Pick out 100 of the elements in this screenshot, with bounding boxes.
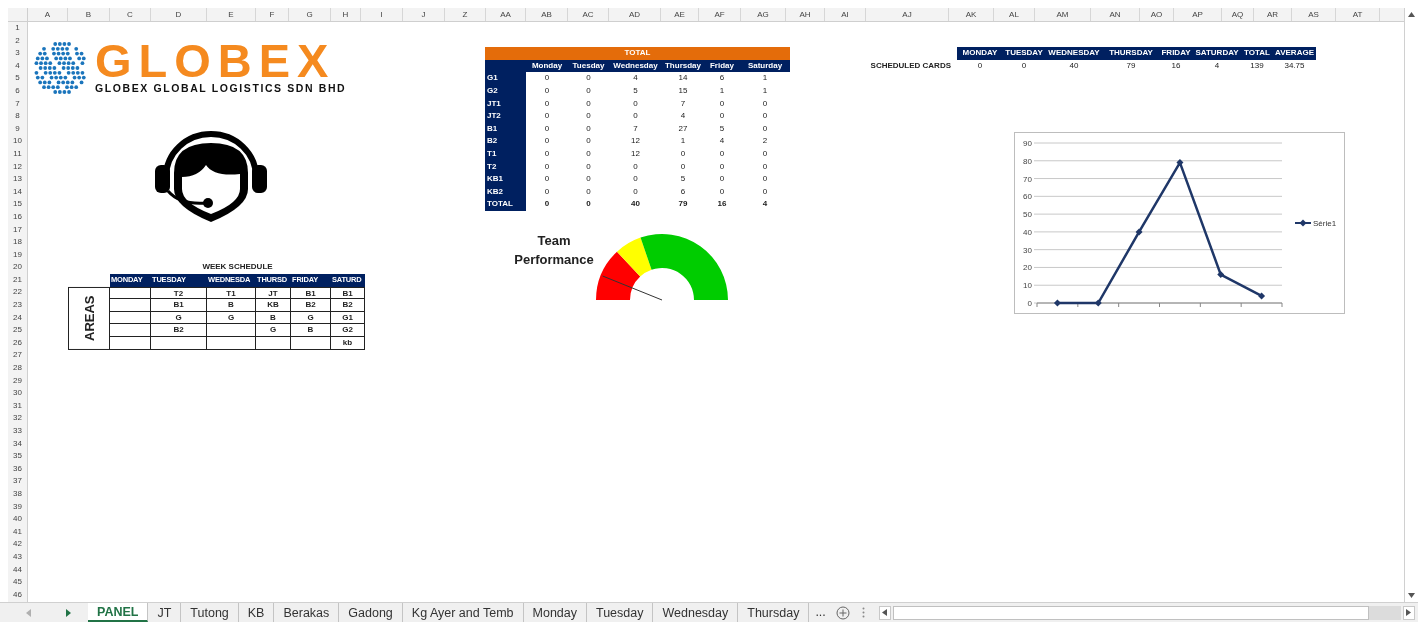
row-number[interactable]: 15	[8, 198, 27, 211]
column-letter[interactable]: AT	[1336, 8, 1380, 21]
table-cell-text: 0	[585, 110, 592, 123]
row-number[interactable]: 37	[8, 475, 27, 488]
column-header: AVERAGE	[1273, 47, 1316, 60]
column-letter[interactable]: H	[331, 8, 361, 21]
row-number[interactable]: 35	[8, 450, 27, 463]
column-letter[interactable]: F	[256, 8, 289, 21]
row-number[interactable]: 17	[8, 223, 27, 237]
column-letter[interactable]: AN	[1091, 8, 1140, 21]
row-number[interactable]: 34	[8, 437, 27, 451]
row-number[interactable]: 26	[8, 336, 27, 350]
sheet-tab[interactable]: Kg Ayer and Temb	[402, 603, 524, 622]
column-letter[interactable]: C	[110, 8, 151, 21]
row-number[interactable]: 5	[8, 72, 27, 85]
row-number[interactable]: 6	[8, 84, 27, 98]
column-letter[interactable]: G	[289, 8, 331, 21]
row-number[interactable]: 30	[8, 387, 27, 400]
column-letter[interactable]: D	[151, 8, 207, 21]
more-tabs-indicator[interactable]: ...	[809, 603, 832, 622]
row-number[interactable]: 32	[8, 412, 27, 425]
column-letter[interactable]: B	[68, 8, 110, 21]
row-number[interactable]: 1	[8, 22, 27, 35]
column-letter[interactable]: AM	[1035, 8, 1091, 21]
row-number[interactable]: 45	[8, 576, 27, 589]
column-letter[interactable]: AB	[526, 8, 568, 21]
row-number[interactable]: 41	[8, 525, 27, 539]
row-number[interactable]: 13	[8, 173, 27, 186]
sheet-tab[interactable]: Tuesday	[587, 603, 654, 622]
row-number[interactable]: 11	[8, 147, 27, 161]
row-number[interactable]: 23	[8, 299, 27, 312]
row-number[interactable]: 9	[8, 122, 27, 136]
sheet-tab[interactable]: Gadong	[339, 603, 403, 622]
table-cell-text: 0	[585, 72, 592, 85]
column-letter[interactable]: J	[403, 8, 445, 21]
axis-label: 40	[1023, 227, 1032, 237]
row-number[interactable]: 4	[8, 59, 27, 73]
row-number[interactable]: 27	[8, 349, 27, 363]
column-letter[interactable]: AC	[568, 8, 609, 21]
splitter-handle-icon[interactable]	[861, 607, 865, 618]
column-letter[interactable]: AK	[949, 8, 994, 21]
row-number[interactable]: 16	[8, 210, 27, 224]
sheet-tab[interactable]: Monday	[523, 603, 587, 622]
row-number[interactable]: 14	[8, 185, 27, 199]
table-cell-text: 0	[718, 97, 726, 110]
gauge-needle	[602, 275, 663, 301]
row-number[interactable]: 39	[8, 500, 27, 514]
row-number[interactable]: 33	[8, 425, 27, 438]
column-letter[interactable]: AG	[741, 8, 786, 21]
column-letter[interactable]: AA	[486, 8, 526, 21]
column-letter[interactable]: I	[361, 8, 403, 21]
row-number[interactable]: 2	[8, 34, 27, 48]
column-letter[interactable]: AS	[1292, 8, 1336, 21]
scroll-left-button[interactable]	[878, 605, 891, 620]
column-letter[interactable]: E	[207, 8, 256, 21]
sheet-tab[interactable]: PANEL	[88, 603, 149, 622]
row-number[interactable]: 18	[8, 236, 27, 249]
sheet-tab[interactable]: Berakas	[274, 603, 340, 622]
sheet-tab[interactable]: Tutong	[181, 603, 239, 622]
column-letter[interactable]: AP	[1174, 8, 1222, 21]
row-number[interactable]: 36	[8, 462, 27, 476]
column-letter[interactable]: AO	[1140, 8, 1174, 21]
scroll-right-button[interactable]	[1402, 605, 1415, 620]
row-number[interactable]: 38	[8, 487, 27, 501]
row-number[interactable]: 31	[8, 399, 27, 413]
column-letter[interactable]: AD	[609, 8, 661, 21]
column-letter[interactable]: AR	[1254, 8, 1292, 21]
sheet-tab[interactable]: Wednesday	[653, 603, 739, 622]
column-letter[interactable]: AL	[994, 8, 1035, 21]
sheet-tab[interactable]: Thursday	[738, 603, 810, 622]
row-number[interactable]: 7	[8, 97, 27, 111]
row-number[interactable]: 40	[8, 513, 27, 526]
row-number[interactable]: 28	[8, 362, 27, 375]
column-letter[interactable]: AQ	[1222, 8, 1254, 21]
row-number[interactable]: 12	[8, 160, 27, 174]
column-letter[interactable]: AF	[699, 8, 741, 21]
row-number[interactable]: 25	[8, 324, 27, 337]
row-number[interactable]: 44	[8, 563, 27, 577]
row-number[interactable]: 24	[8, 311, 27, 325]
row-number[interactable]: 10	[8, 135, 27, 148]
sheet-tab[interactable]: KB	[238, 603, 275, 622]
column-letter[interactable]: AH	[786, 8, 825, 21]
sheet-tab[interactable]: JT	[148, 603, 182, 622]
row-number[interactable]: 20	[8, 261, 27, 274]
column-letter[interactable]: Z	[445, 8, 486, 21]
column-letter[interactable]: A	[28, 8, 68, 21]
row-number[interactable]: 46	[8, 588, 27, 602]
column-letter[interactable]: AE	[661, 8, 699, 21]
row-number[interactable]: 3	[8, 47, 27, 60]
column-letter[interactable]: AI	[825, 8, 866, 21]
row-number[interactable]: 29	[8, 374, 27, 388]
row-number[interactable]: 8	[8, 110, 27, 123]
horizontal-scrollbar[interactable]	[878, 603, 1415, 622]
column-letter[interactable]: AJ	[866, 8, 949, 21]
row-number[interactable]: 42	[8, 538, 27, 551]
scroll-thumb[interactable]	[892, 605, 1369, 620]
row-number[interactable]: 22	[8, 286, 27, 300]
row-number[interactable]: 21	[8, 273, 27, 287]
row-number[interactable]: 43	[8, 550, 27, 564]
row-number[interactable]: 19	[8, 248, 27, 262]
